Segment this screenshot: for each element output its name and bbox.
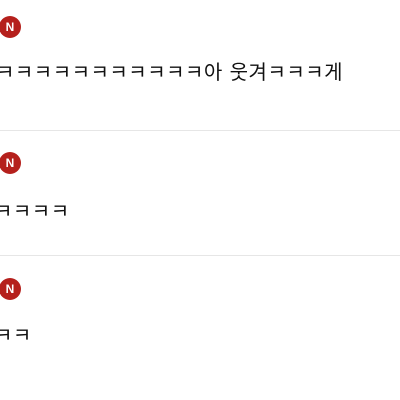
comment-feed: N ㅋㅋㅋㅋㅋㅋㅋㅋㅋㅋㅋ아 웃겨ㅋㅋㅋ게 N ㅋㅋㅋㅋ N ㅋㅋ [0,0,400,400]
comment-text: ㅋㅋㅋㅋㅋㅋㅋㅋㅋㅋㅋ아 웃겨ㅋㅋㅋ게 [0,60,344,84]
comment-text: ㅋㅋㅋㅋ [0,199,70,223]
comment-text: ㅋㅋ [0,323,32,347]
divider [0,255,400,256]
divider [0,130,400,131]
user-badge-icon[interactable]: N [0,152,21,174]
user-badge-icon[interactable]: N [0,278,21,300]
user-badge-icon[interactable]: N [0,16,21,38]
